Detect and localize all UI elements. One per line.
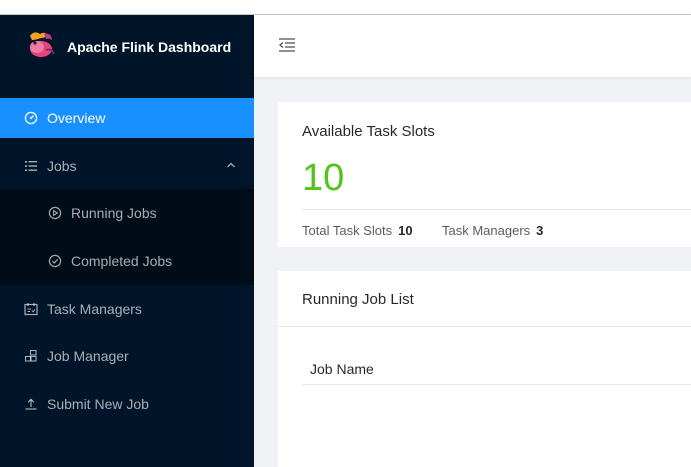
- table-header: Job Name: [302, 350, 691, 385]
- menu-fold-icon[interactable]: [278, 37, 296, 53]
- sidebar-item-job-manager[interactable]: Job Manager: [0, 336, 254, 376]
- task-managers-label: Task Managers: [442, 223, 531, 238]
- sidebar-item-overview[interactable]: Overview: [0, 98, 254, 138]
- sidebar-item-label: Overview: [47, 110, 106, 126]
- column-header-job-name[interactable]: Job Name: [310, 361, 374, 377]
- jobs-submenu: Running Jobs Completed Jobs: [0, 189, 254, 285]
- squirrel-logo-icon: [30, 32, 55, 57]
- list-icon: [24, 159, 38, 173]
- available-slots-value: 10: [302, 157, 345, 199]
- task-managers-value: 3: [536, 223, 544, 238]
- sidebar-item-jobs[interactable]: Jobs: [0, 146, 254, 186]
- sidebar-item-label: Submit New Job: [47, 396, 149, 412]
- total-task-slots-value: 10: [398, 223, 413, 238]
- cluster-icon: [24, 349, 38, 363]
- check-circle-icon: [48, 254, 62, 268]
- sidebar-item-task-managers[interactable]: Task Managers: [0, 289, 254, 329]
- play-circle-icon: [48, 206, 62, 220]
- sidebar: Apache Flink Dashboard Overview Jobs Run…: [0, 15, 254, 467]
- sidebar-item-label: Job Manager: [47, 348, 129, 364]
- total-task-slots-label: Total Task Slots: [302, 223, 393, 238]
- upload-icon: [24, 397, 38, 411]
- sidebar-item-label: Completed Jobs: [71, 253, 173, 269]
- app-title: Apache Flink Dashboard: [67, 39, 232, 55]
- schedule-icon: [24, 302, 38, 316]
- app-logo[interactable]: Apache Flink Dashboard: [0, 15, 254, 79]
- card-divider: [278, 326, 691, 327]
- total-task-slots-stat: Total Task Slots 10: [302, 223, 413, 238]
- sidebar-item-label: Jobs: [47, 158, 77, 174]
- sidebar-item-running-jobs[interactable]: Running Jobs: [0, 193, 254, 233]
- sidebar-item-submit-new-job[interactable]: Submit New Job: [0, 384, 254, 424]
- card-divider: [302, 209, 691, 210]
- top-header: [254, 15, 691, 77]
- window-top-bar: [0, 0, 691, 15]
- sidebar-item-completed-jobs[interactable]: Completed Jobs: [0, 241, 254, 281]
- running-job-list-card: Running Job List Job Name: [278, 271, 691, 467]
- sidebar-item-label: Running Jobs: [71, 205, 157, 221]
- card-title: Running Job List: [302, 291, 414, 308]
- chevron-up-icon: [227, 162, 235, 168]
- card-title: Available Task Slots: [302, 123, 435, 140]
- task-managers-stat: Task Managers 3: [442, 223, 543, 238]
- sidebar-item-label: Task Managers: [47, 301, 142, 317]
- available-task-slots-card: Available Task Slots 10 Total Task Slots…: [278, 102, 691, 247]
- dashboard-icon: [24, 111, 38, 125]
